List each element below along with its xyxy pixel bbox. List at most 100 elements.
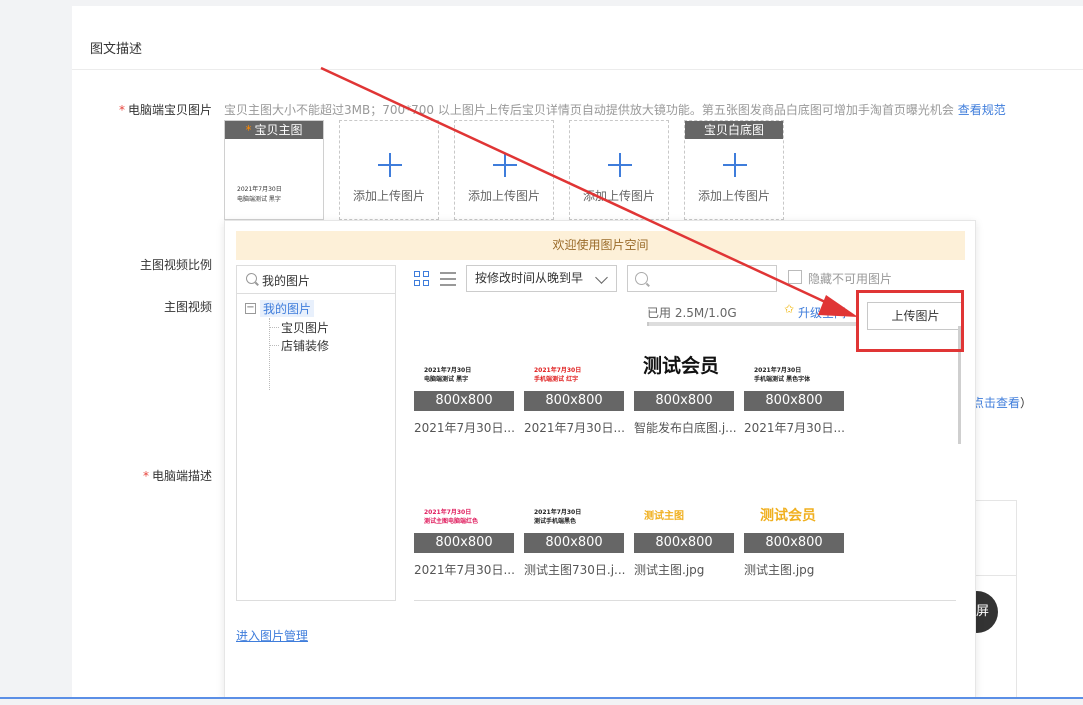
main-image-tag-text: 宝贝主图	[254, 123, 303, 137]
required-mark: *	[245, 123, 252, 137]
tree-search-text: 我的图片	[262, 274, 311, 288]
tree-item-item-images[interactable]: 宝贝图片	[281, 319, 329, 336]
thumbnail-line1: 2021年7月30日	[424, 367, 472, 374]
chevron-down-icon	[595, 271, 608, 284]
image-size-badge: 800x800	[414, 391, 514, 411]
main-image-tag: * 宝贝主图	[225, 121, 323, 139]
thumbnail-line1: 测试会员	[760, 508, 816, 524]
collapse-icon[interactable]: −	[245, 303, 256, 314]
tree-search[interactable]: 我的图片	[237, 266, 395, 294]
required-mark: *	[142, 469, 149, 483]
image-size-badge: 800x800	[634, 391, 734, 411]
thumbnail-line2: 测试手机端黑色	[534, 518, 577, 525]
image-size-badge: 800x800	[744, 533, 844, 553]
thumbnail-line2: 电脑端测试 黑字	[424, 376, 469, 383]
image-thumbnail: 2021年7月30日手机端测试 黑色字体 800x800	[744, 363, 844, 411]
image-file-name: 2021年7月30日...	[414, 421, 515, 435]
side-paren: ）	[1020, 396, 1033, 410]
thumbnail-line1: 2021年7月30日	[534, 367, 582, 374]
add-image-slot[interactable]: 添加上传图片	[569, 120, 669, 220]
welcome-banner: 欢迎使用图片空间	[236, 231, 965, 260]
tree-root-my-images[interactable]: 我的图片	[260, 300, 315, 317]
hide-unavailable-label: 隐藏不可用图片	[808, 272, 893, 286]
image-hint: 宝贝主图大小不能超过3MB；700*700 以上图片上传后宝贝详情页自动提供放大…	[224, 101, 1006, 118]
image-file-name: 2021年7月30日...	[744, 421, 845, 435]
usage-bar-fill	[647, 322, 649, 326]
star-icon: ✩	[784, 302, 795, 316]
image-file-name: 测试主图.jpg	[634, 563, 705, 577]
view-spec-link[interactable]: 查看规范	[958, 103, 1006, 117]
thumbnail-line1: 测试主图	[644, 511, 684, 522]
add-image-slot[interactable]: 添加上传图片	[454, 120, 554, 220]
image-file-name: 测试主图730日.j...	[524, 563, 626, 577]
search-icon	[246, 273, 257, 284]
image-thumbnail: 2021年7月30日 测试手机端黑色 800x800	[524, 505, 624, 553]
section-header: 图文描述	[72, 24, 1083, 70]
image-file-name: 2021年7月30日...	[524, 421, 625, 435]
image-size-badge: 800x800	[744, 391, 844, 411]
usage-bar	[647, 322, 857, 326]
thumbnail-line2: 测试主图电脑端红色	[424, 518, 479, 525]
thumbnail-line1: 2021年7月30日	[534, 509, 582, 516]
search-icon	[635, 272, 648, 285]
side-view-link[interactable]: 点击查看）	[972, 394, 1032, 411]
image-size-badge: 800x800	[634, 533, 734, 553]
image-thumbnail: 测试会员 800x800	[744, 505, 844, 553]
folder-tree: 我的图片 − 我的图片 宝贝图片 店铺装修	[236, 265, 396, 601]
image-thumbnail: 测试主图 800x800	[634, 505, 734, 553]
pc-image-label-text: 电脑端宝贝图片	[127, 103, 212, 117]
image-file-name: 测试主图.jpg	[744, 563, 815, 577]
image-thumbnail: 2021年7月30日 电脑端测试 黑字 800x800	[414, 363, 514, 411]
add-image-label: 添加上传图片	[352, 189, 425, 203]
image-thumbnail: 2021年7月30日 手机端测试 红字 800x800	[524, 363, 624, 411]
image-thumbnail: 800x800	[634, 363, 734, 411]
image-size-badge: 800x800	[414, 533, 514, 553]
plus-icon	[493, 153, 517, 177]
add-image-label: 添加上传图片	[697, 189, 770, 203]
grid-divider	[414, 600, 956, 601]
sort-select-value: 按修改时间从晚到早	[475, 271, 584, 285]
pc-desc-label-text: 电脑端描述	[151, 469, 212, 483]
list-view-icon[interactable]	[440, 271, 456, 287]
hide-unavailable-checkbox[interactable]	[788, 270, 802, 284]
white-image-tag: 宝贝白底图	[685, 121, 783, 139]
tree-item-shop-decoration[interactable]: 店铺装修	[281, 337, 329, 354]
add-image-label: 添加上传图片	[582, 189, 655, 203]
bottom-area	[0, 699, 1083, 705]
annotation-highlight-box	[856, 290, 964, 352]
main-image-slot[interactable]: * 宝贝主图 2021年7月30日 电脑端测试 黑字	[224, 120, 324, 220]
thumbnail-line1: 2021年7月30日	[424, 509, 472, 516]
video-ratio-label: 主图视频比例	[139, 258, 212, 272]
plus-icon	[723, 153, 747, 177]
main-thumb-line1: 2021年7月30日	[237, 186, 282, 193]
main-thumb-line2: 电脑端测试 黑字	[237, 196, 281, 203]
white-image-slot[interactable]: 宝贝白底图 添加上传图片	[684, 120, 784, 220]
editor-divider	[975, 575, 1017, 576]
thumbnail-line1: 2021年7月30日	[754, 367, 802, 374]
thumbnail-line2: 手机端测试 黑色字体	[754, 376, 811, 383]
image-hint-text: 宝贝主图大小不能超过3MB；700*700 以上图片上传后宝贝详情页自动提供放大…	[224, 103, 954, 117]
add-image-label: 添加上传图片	[467, 189, 540, 203]
add-image-slot[interactable]: 添加上传图片	[339, 120, 439, 220]
image-size-badge: 800x800	[524, 533, 624, 553]
image-manage-link[interactable]: 进入图片管理	[236, 627, 308, 644]
top-strip	[72, 0, 1083, 6]
pc-desc-label: * 电脑端描述	[62, 467, 212, 484]
tree-line	[269, 318, 270, 390]
required-mark: *	[118, 103, 125, 117]
image-thumbnail: 2021年7月30日 测试主图电脑端红色 800x800	[414, 505, 514, 553]
upgrade-space-link[interactable]: 升级空间	[798, 304, 854, 321]
main-video-label: 主图视频	[163, 300, 212, 314]
thumbnail-line2: 手机端测试 红字	[534, 376, 579, 383]
section-title: 图文描述	[90, 42, 143, 57]
plus-icon	[378, 153, 402, 177]
sort-select[interactable]: 按修改时间从晚到早	[466, 265, 617, 292]
image-size-badge: 800x800	[524, 391, 624, 411]
pc-image-label: * 电脑端宝贝图片	[62, 101, 212, 118]
image-search-input[interactable]	[627, 265, 777, 292]
tree-line	[269, 345, 279, 346]
side-view-link-text: 点击查看	[972, 396, 1021, 410]
grid-view-icon[interactable]	[414, 271, 430, 287]
image-file-name: 2021年7月30日...	[414, 563, 515, 577]
usage-text: 已用 2.5M/1.0G	[647, 306, 737, 320]
